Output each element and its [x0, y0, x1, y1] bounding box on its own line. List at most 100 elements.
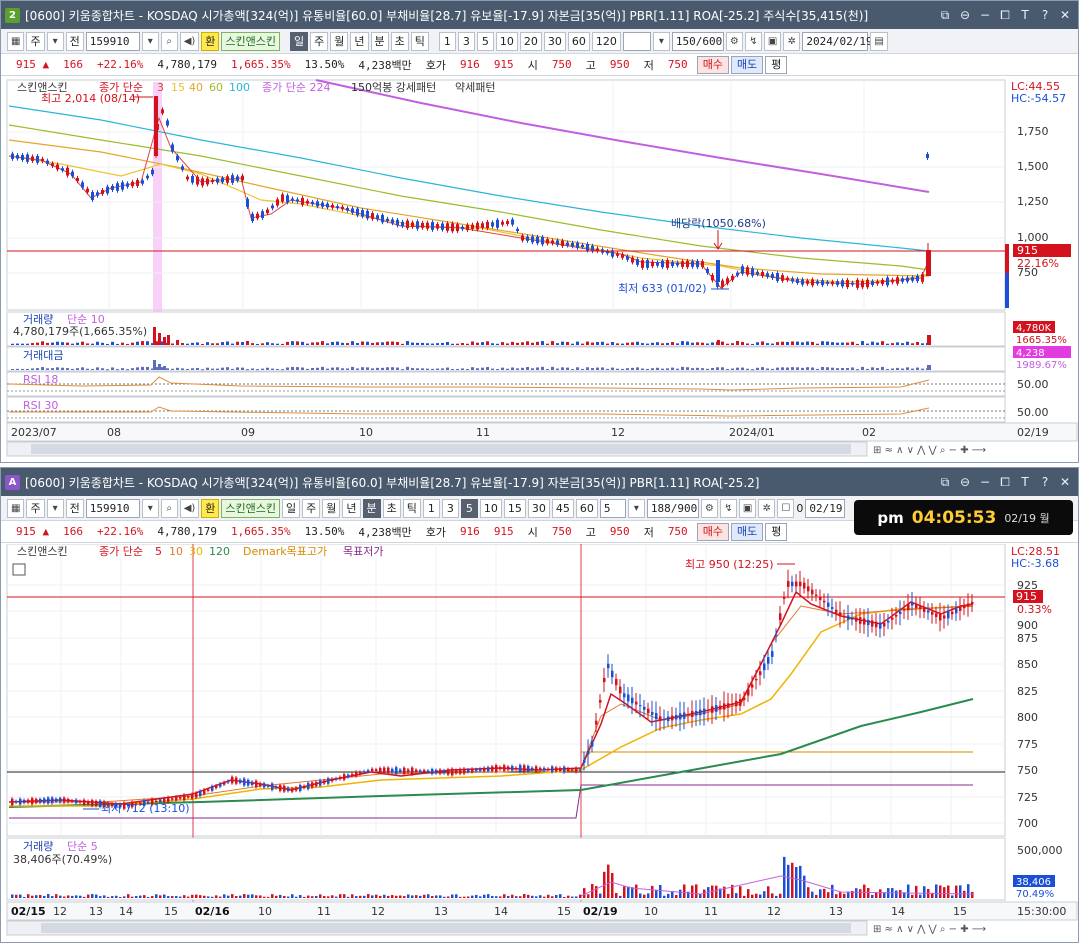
interval-1-button[interactable]: 1 [438, 31, 456, 51]
code-dropdown-icon[interactable]: ▾ [141, 31, 159, 51]
period-month-tab[interactable]: 월 [330, 31, 349, 51]
draw-tool-icon[interactable]: ↯ [744, 31, 762, 51]
interval-10-button[interactable]: 10 [479, 498, 502, 518]
minimize-icon[interactable]: − [978, 475, 992, 490]
interval-10-button[interactable]: 10 [495, 31, 518, 51]
count-input[interactable]: 188/900 [646, 498, 699, 518]
interval-30-button[interactable]: 30 [527, 498, 550, 518]
chevron-down-icon[interactable]: ▾ [46, 31, 64, 51]
link-window-icon[interactable]: ⧉ [938, 8, 952, 23]
date-input[interactable]: 2024/02/19 [802, 31, 873, 51]
zoom-tools-icons[interactable]: ⊞ ≈ ∧ ∨ ⋀ ⋁ ⌕ − ✚ ⟶ [873, 924, 986, 935]
interval-dropdown-icon[interactable]: ▾ [652, 31, 670, 51]
speaker-icon[interactable]: ◀) [179, 498, 200, 518]
volume-tick: 500,000 [1017, 844, 1063, 857]
jump-all-button[interactable]: 전 [65, 31, 84, 51]
interval-3-button[interactable]: 3 [457, 31, 475, 51]
jump-week-button[interactable]: 주 [26, 498, 45, 518]
period-minute-tab[interactable]: 분 [370, 31, 389, 51]
stock-name-tag[interactable]: 스킨앤스킨 [17, 545, 68, 558]
chevron-down-icon[interactable]: ▾ [46, 498, 64, 518]
chart-tool-icon[interactable]: ⚙ [725, 31, 743, 51]
interval-input[interactable] [622, 31, 651, 51]
eval-button[interactable]: 평 [765, 522, 788, 541]
period-minute-tab[interactable]: 분 [362, 498, 381, 518]
help-icon[interactable]: ? [1038, 475, 1052, 490]
grid-toggle-icon[interactable] [12, 563, 26, 576]
interval-120-button[interactable]: 120 [591, 31, 621, 51]
code-dropdown-icon[interactable]: ▾ [141, 498, 159, 518]
interval-45-button[interactable]: 45 [551, 498, 574, 518]
help-icon[interactable]: ? [1038, 8, 1052, 23]
minimize-icon[interactable]: − [978, 8, 992, 23]
y-tick-1750: 1,750 [1017, 125, 1049, 138]
speaker-icon[interactable]: ◀) [179, 31, 200, 51]
buy-button[interactable]: 매수 [696, 522, 729, 541]
save-icon[interactable]: ▣ [738, 498, 757, 518]
window-badge[interactable]: A [5, 474, 20, 490]
period-day-tab[interactable]: 일 [290, 31, 309, 51]
maximize-icon[interactable]: ⧠ [998, 8, 1012, 23]
amount-bar [766, 368, 769, 370]
calendar-icon[interactable]: ▤ [870, 31, 888, 51]
period-tick-tab[interactable]: 틱 [410, 31, 429, 51]
grid-menu-icon[interactable]: ▦ [7, 498, 25, 518]
interval-5-button[interactable]: 5 [460, 498, 478, 518]
interval-dropdown-icon[interactable]: ▾ [627, 498, 645, 518]
period-year-tab[interactable]: 년 [350, 31, 369, 51]
period-month-tab[interactable]: 월 [322, 498, 341, 518]
eval-button[interactable]: 평 [765, 55, 788, 74]
period-day-tab[interactable]: 일 [282, 498, 301, 518]
window-badge[interactable]: 2 [5, 7, 20, 23]
interval-5-button[interactable]: 5 [476, 31, 494, 51]
draw-tool-icon[interactable]: ↯ [719, 498, 737, 518]
settings-icon[interactable]: ✲ [758, 498, 776, 518]
maximize-icon[interactable]: ⧠ [998, 475, 1012, 490]
interval-20-button[interactable]: 20 [519, 31, 542, 51]
buy-button[interactable]: 매수 [696, 55, 729, 74]
volume-bar [455, 894, 458, 898]
date-input[interactable]: 02/19 [805, 498, 846, 518]
font-icon[interactable]: T [1018, 8, 1032, 23]
interval-3-button[interactable]: 3 [441, 498, 459, 518]
link-window-icon[interactable]: ⧉ [938, 475, 952, 490]
sell-button[interactable]: 매도 [730, 522, 764, 541]
interval-15-button[interactable]: 15 [503, 498, 526, 518]
zoom-tools-icons[interactable]: ⊞ ≈ ∧ ∨ ⋀ ⋁ ⌕ − ✚ ⟶ [873, 445, 986, 456]
jump-week-button[interactable]: 주 [26, 31, 45, 51]
interval-60-button[interactable]: 60 [575, 498, 598, 518]
sell-button[interactable]: 매도 [730, 55, 764, 74]
period-second-tab[interactable]: 초 [382, 498, 401, 518]
scrollbar-thumb[interactable] [41, 923, 851, 933]
interval-60-button[interactable]: 60 [567, 31, 590, 51]
period-second-tab[interactable]: 초 [390, 31, 409, 51]
chart-tool-icon[interactable]: ⚙ [700, 498, 718, 518]
period-week-tab[interactable]: 주 [310, 31, 329, 51]
stock-code-input[interactable]: 159910 [85, 31, 140, 51]
checkbox-icon[interactable]: ☐ [777, 498, 795, 518]
grid-menu-icon[interactable]: ▦ [7, 31, 25, 51]
currency-button[interactable]: 환 [201, 31, 220, 51]
font-icon[interactable]: T [1018, 475, 1032, 490]
interval-30-button[interactable]: 30 [543, 31, 566, 51]
scrollbar-thumb[interactable] [31, 444, 851, 454]
minute-chart[interactable]: 스킨앤스킨 종가 단순 5 10 30 120 Demark목표고가 목표저가 … [1, 544, 1079, 943]
period-tick-tab[interactable]: 틱 [402, 498, 421, 518]
save-icon[interactable]: ▣ [763, 31, 782, 51]
daily-chart[interactable]: 스킨앤스킨 종가 단순 3 15 40 60 100 종가 단순 224 150… [1, 78, 1079, 463]
search-icon[interactable]: ⌕ [160, 498, 178, 518]
settings-icon[interactable]: ✲ [783, 31, 801, 51]
close-icon[interactable]: ✕ [1058, 8, 1072, 23]
group-icon[interactable]: ⊖ [958, 475, 972, 490]
jump-all-button[interactable]: 전 [65, 498, 84, 518]
interval-1-button[interactable]: 1 [422, 498, 440, 518]
search-icon[interactable]: ⌕ [160, 31, 178, 51]
period-week-tab[interactable]: 주 [302, 498, 321, 518]
interval-input[interactable]: 5 [599, 498, 626, 518]
period-year-tab[interactable]: 년 [342, 498, 361, 518]
group-icon[interactable]: ⊖ [958, 8, 972, 23]
count-input[interactable]: 150/600 [671, 31, 724, 51]
stock-code-input[interactable]: 159910 [85, 498, 140, 518]
close-icon[interactable]: ✕ [1058, 475, 1072, 490]
currency-button[interactable]: 환 [201, 498, 220, 518]
